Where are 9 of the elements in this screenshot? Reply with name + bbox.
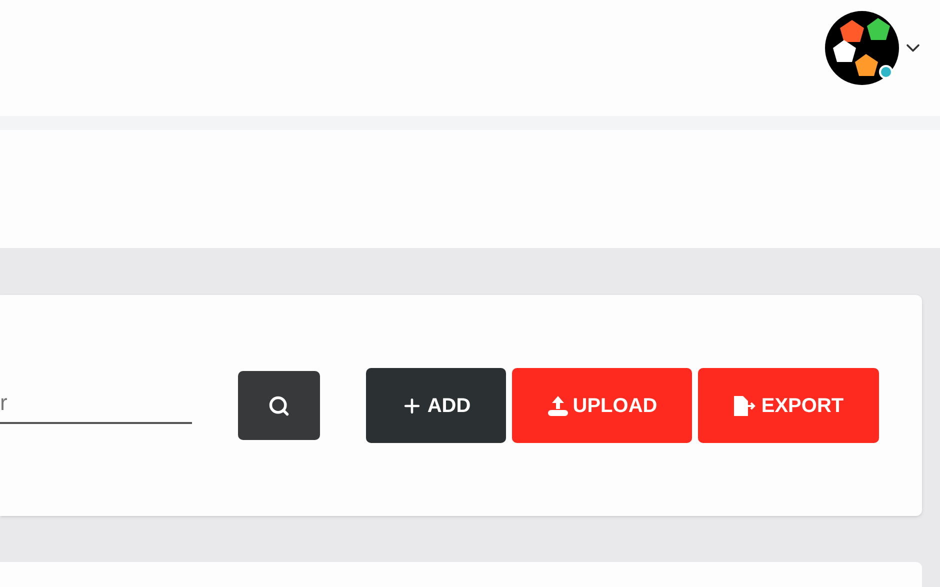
search-icon [268, 394, 290, 416]
add-button[interactable]: ADD [366, 368, 506, 443]
search-field[interactable]: r [0, 384, 192, 424]
upload-button[interactable]: UPLOAD [512, 368, 692, 443]
search-button[interactable] [238, 371, 320, 440]
file-export-icon [733, 394, 758, 416]
upload-icon [546, 394, 569, 416]
avatar-icon[interactable] [824, 10, 900, 86]
export-button[interactable]: EXPORT [698, 368, 879, 443]
